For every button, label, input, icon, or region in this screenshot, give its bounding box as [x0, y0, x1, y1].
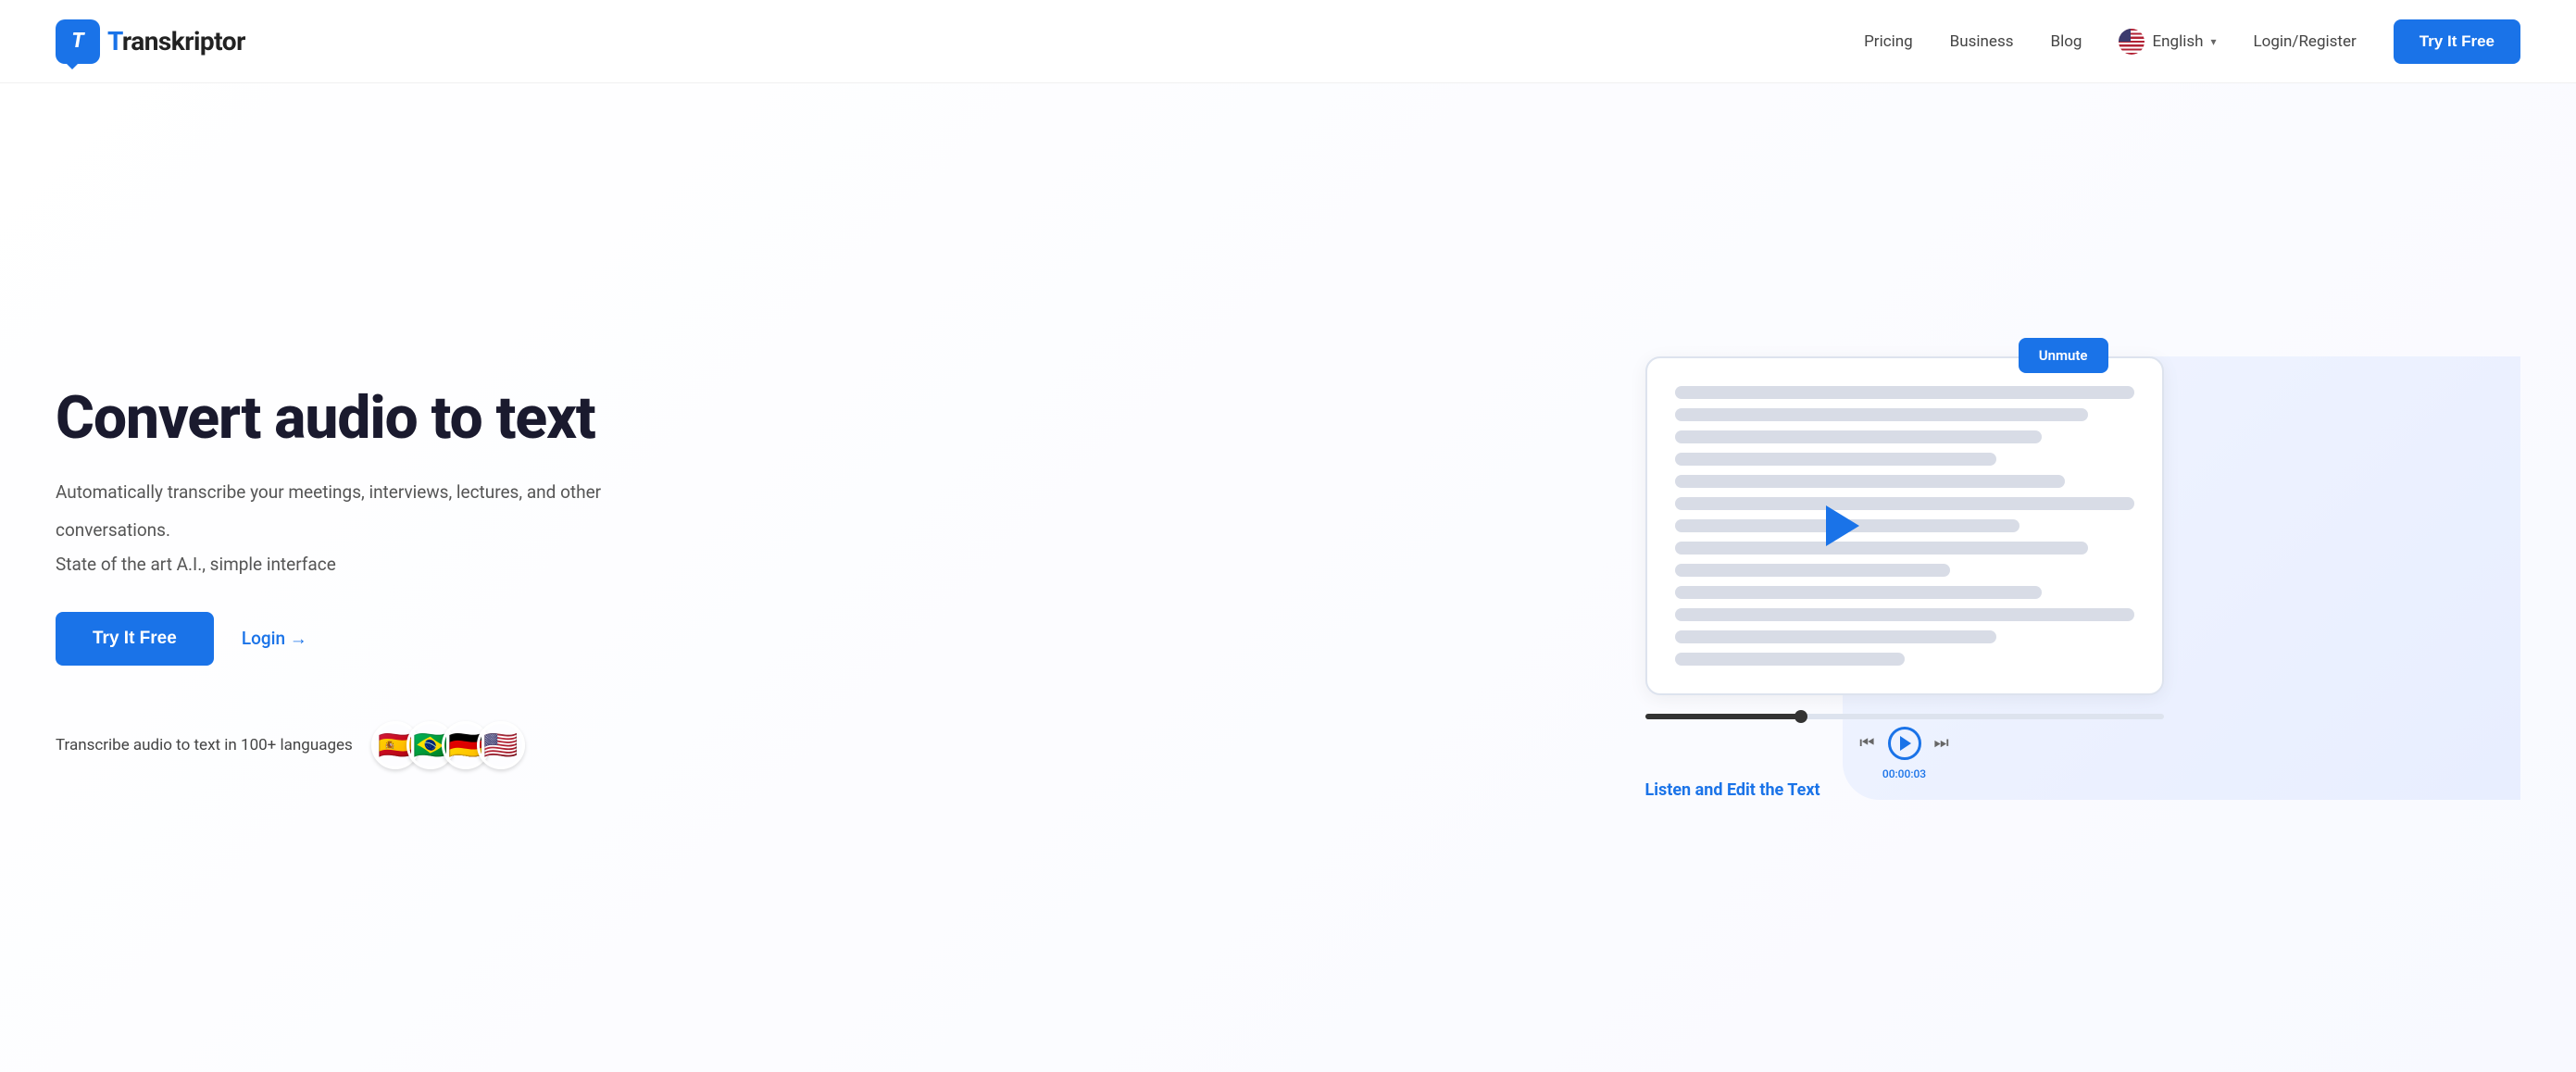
progress-fill — [1645, 714, 1801, 719]
play-overlay — [1826, 505, 1859, 546]
text-line-5 — [1675, 475, 2066, 488]
rewind-button[interactable]: ⏮ — [1859, 733, 1874, 753]
login-link[interactable]: Login → — [242, 628, 307, 650]
us-flag-icon — [2119, 29, 2145, 55]
logo-letter: T — [71, 30, 83, 53]
flag-stack: 🇪🇸 🇧🇷 🇩🇪 🇺🇸 — [371, 721, 525, 769]
text-line-13 — [1675, 653, 1905, 666]
flag-us: 🇺🇸 — [477, 721, 525, 769]
hero-description-3: State of the art A.I., simple interface — [56, 554, 685, 575]
nav-links: Pricing Business Blog English ▾ Login/Re… — [1864, 19, 2520, 64]
progress-track[interactable] — [1645, 714, 2164, 719]
play-pause-button[interactable] — [1888, 727, 1921, 760]
text-lines — [1675, 386, 2134, 666]
hero-description-2: conversations. — [56, 517, 685, 544]
text-line-2 — [1675, 408, 2088, 421]
text-line-6 — [1675, 497, 2134, 510]
logo[interactable]: T Transkriptor — [56, 19, 245, 64]
text-line-12 — [1675, 630, 1996, 643]
languages-row: Transcribe audio to text in 100+ languag… — [56, 721, 685, 769]
progress-bar-container — [1645, 714, 2164, 719]
text-line-11 — [1675, 608, 2134, 621]
timestamp: 00:00:03 — [1882, 767, 1926, 780]
play-icon — [1900, 736, 1911, 751]
language-label: English — [2152, 32, 2203, 51]
logo-T: T — [107, 26, 122, 56]
language-selector[interactable]: English ▾ — [2119, 29, 2216, 55]
nav-blog[interactable]: Blog — [2051, 32, 2082, 51]
text-line-8 — [1675, 542, 2088, 555]
logo-icon: T — [56, 19, 100, 64]
nav-business[interactable]: Business — [1950, 32, 2014, 51]
mockup-container: Unmute — [1645, 356, 2164, 800]
hero-description-1: Automatically transcribe your meetings, … — [56, 479, 685, 506]
languages-text: Transcribe audio to text in 100+ languag… — [56, 736, 353, 754]
chevron-down-icon: ▾ — [2210, 35, 2216, 48]
login-register-link[interactable]: Login/Register — [2254, 32, 2357, 51]
hero-buttons: Try It Free Login → — [56, 612, 685, 666]
player-controls: ⏮ ⏭ — [1859, 727, 1948, 760]
listen-edit-link[interactable]: Listen and Edit the Text — [1645, 780, 1820, 800]
hero-title: Convert audio to text — [56, 386, 685, 451]
text-line-10 — [1675, 586, 2043, 599]
nav-pricing[interactable]: Pricing — [1864, 32, 1913, 51]
transcript-card — [1645, 356, 2164, 695]
unmute-badge[interactable]: Unmute — [2019, 338, 2108, 373]
navbar: T Transkriptor Pricing Business Blog Eng… — [0, 0, 2576, 83]
text-line-1 — [1675, 386, 2134, 399]
hero-section: Convert audio to text Automatically tran… — [0, 83, 2576, 1072]
try-it-free-hero-button[interactable]: Try It Free — [56, 612, 214, 666]
hero-left: Convert audio to text Automatically tran… — [56, 386, 685, 769]
text-line-4 — [1675, 453, 1996, 466]
audio-player: ⏮ ⏭ 00:00:03 — [1645, 714, 2164, 780]
progress-thumb — [1794, 710, 1807, 723]
text-line-3 — [1675, 430, 2043, 443]
try-it-free-nav-button[interactable]: Try It Free — [2394, 19, 2520, 64]
hero-right: Unmute — [1288, 356, 2520, 800]
hero-right-inner: Unmute — [1645, 356, 2164, 800]
logo-text: Transkriptor — [107, 26, 245, 56]
fast-forward-button[interactable]: ⏭ — [1934, 733, 1949, 753]
text-line-9 — [1675, 564, 1951, 577]
play-triangle-icon — [1826, 505, 1859, 546]
